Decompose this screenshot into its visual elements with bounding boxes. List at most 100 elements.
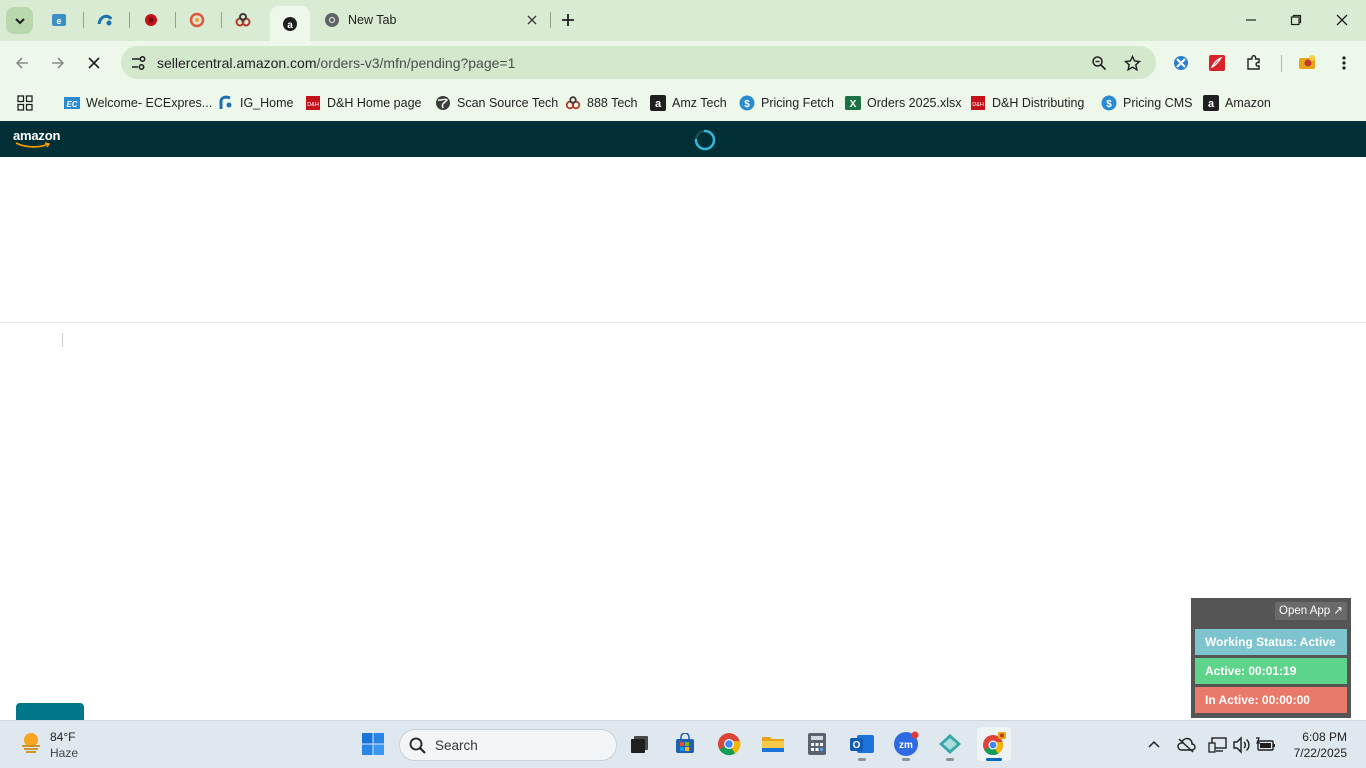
profile-button[interactable] (1296, 52, 1318, 74)
chrome-icon (718, 733, 741, 756)
windows-taskbar: 84°F Haze Search O zm 6:08 PM 7/22/2025 (0, 720, 1366, 768)
svg-text:D&H: D&H (972, 102, 984, 108)
taskbar-zoom[interactable]: zm (889, 727, 923, 761)
inactive-time-row: In Active: 00:00:00 (1195, 687, 1347, 713)
site-settings-icon (132, 56, 146, 70)
taskbar-calculator[interactable] (800, 727, 834, 761)
extension-button[interactable] (1170, 52, 1192, 74)
taskbar-outlook[interactable]: O (845, 727, 879, 761)
minimize-icon (1246, 19, 1256, 21)
bookmark-item[interactable]: X Orders 2025.xlsx (845, 91, 961, 115)
taskbar-file-explorer[interactable] (756, 727, 790, 761)
close-icon (88, 57, 100, 69)
pinned-tab-ecexpress[interactable]: e (44, 7, 74, 33)
dh-icon: D&H (305, 95, 321, 111)
battery-button[interactable] (1255, 734, 1277, 756)
bookmark-item[interactable]: $ Pricing Fetch (739, 91, 834, 115)
close-tab-button[interactable] (524, 12, 540, 28)
amazon-icon: a (650, 95, 666, 111)
new-tab-button[interactable] (556, 9, 580, 31)
zoom-button[interactable] (1089, 53, 1109, 73)
ig-icon (218, 95, 234, 111)
avatar (1299, 55, 1315, 69)
weather-condition: Haze (50, 746, 79, 760)
taskbar-search[interactable]: Search (399, 729, 617, 761)
svg-text:a: a (655, 98, 662, 110)
taskbar-chrome[interactable] (712, 727, 746, 761)
tab-title: New Tab (348, 13, 397, 27)
back-button[interactable] (9, 50, 35, 76)
chrome-tab-icon (325, 13, 339, 27)
bookmarks-bar: EC Welcome- ECExpres... IG_Home D&H D&H … (0, 85, 1366, 121)
taskbar-app-diamond[interactable] (933, 727, 967, 761)
outlook-icon: O (850, 735, 874, 753)
taskbar-store[interactable] (668, 727, 702, 761)
bookmark-item[interactable]: IG_Home (218, 91, 294, 115)
taskbar-chrome-active[interactable] (977, 727, 1011, 761)
pdf-extension-button[interactable] (1206, 52, 1228, 74)
bookmark-label: Orders 2025.xlsx (867, 96, 962, 110)
tab-new-tab[interactable]: New Tab (316, 6, 550, 34)
diamond-app-icon (939, 734, 961, 754)
amazon-logo[interactable]: amazon (13, 128, 60, 148)
loading-spinner-icon (694, 129, 716, 151)
stop-loading-button[interactable] (81, 50, 107, 76)
pinned-tab-888[interactable] (182, 7, 212, 33)
minimize-button[interactable] (1229, 6, 1273, 34)
browser-toolbar: sellercentral.amazon.com/orders-v3/mfn/p… (0, 41, 1366, 85)
start-button[interactable] (356, 727, 390, 761)
url-text[interactable]: sellercentral.amazon.com/orders-v3/mfn/p… (157, 55, 515, 71)
pinned-tab-ig[interactable] (90, 7, 120, 33)
excel-icon: X (845, 95, 861, 111)
open-app-button[interactable]: Open App ↗ (1275, 602, 1347, 620)
calculator-icon (808, 733, 826, 755)
bookmark-label: Pricing CMS (1123, 96, 1193, 110)
working-status-row: Working Status: Active (1195, 629, 1347, 655)
bookmark-label: D&H Distributing (992, 96, 1085, 110)
bookmark-item[interactable]: 888 Tech (565, 91, 638, 115)
bookmark-item[interactable]: EC Welcome- ECExpres... (64, 91, 212, 115)
grid-icon (17, 95, 33, 111)
sun-haze-icon (22, 733, 40, 753)
zoom-app-icon: zm (894, 731, 919, 756)
star-icon (1123, 54, 1141, 71)
bookmark-item[interactable]: a Amazon (1203, 91, 1271, 115)
amazon-icon: a (1203, 95, 1219, 111)
close-window-button[interactable] (1320, 6, 1364, 34)
feedback-tab[interactable] (16, 703, 84, 720)
task-view-button[interactable] (623, 727, 657, 761)
weather-widget[interactable]: 84°F Haze (18, 729, 78, 760)
clock-date: 7/22/2025 (1293, 746, 1347, 760)
system-clock[interactable]: 6:08 PM 7/22/2025 (1283, 729, 1347, 761)
time-tracker-widget: Open App ↗ Working Status: Active Active… (1191, 598, 1351, 718)
windows-logo-icon (362, 733, 384, 755)
zoom-icon (1092, 56, 1107, 71)
dh-icon: D&H (970, 95, 986, 111)
volume-button[interactable] (1231, 734, 1253, 756)
close-icon (527, 15, 537, 25)
extensions-menu-button[interactable] (1243, 52, 1265, 74)
forward-button[interactable] (45, 50, 71, 76)
pinned-tab-amz-tech[interactable] (228, 7, 258, 33)
search-icon (409, 737, 426, 754)
pinned-tab-dh[interactable] (136, 7, 166, 33)
restore-button[interactable] (1274, 6, 1318, 34)
bookmark-item[interactable]: D&H D&H Home page (305, 91, 422, 115)
content-divider (0, 322, 1366, 323)
svg-text:O: O (853, 740, 861, 751)
bookmark-item[interactable]: D&H D&H Distributing (970, 91, 1084, 115)
network-button[interactable] (1207, 734, 1229, 756)
address-bar[interactable]: sellercentral.amazon.com/orders-v3/mfn/p… (121, 46, 1156, 79)
arrow-left-icon (15, 57, 28, 69)
bookmark-item[interactable]: $ Pricing CMS (1101, 91, 1192, 115)
close-icon (1336, 14, 1348, 26)
onedrive-button[interactable] (1175, 734, 1197, 756)
bookmark-item[interactable]: Scan Source Tech (435, 91, 558, 115)
browser-menu-button[interactable] (1333, 52, 1355, 74)
bookmark-star-button[interactable] (1122, 53, 1142, 73)
show-hidden-icons-button[interactable] (1143, 734, 1165, 756)
bookmark-item[interactable]: a Amz Tech (650, 91, 727, 115)
tab-search-button[interactable] (6, 7, 33, 34)
active-tab-amazon[interactable]: a (270, 6, 310, 41)
apps-button[interactable] (17, 91, 33, 115)
